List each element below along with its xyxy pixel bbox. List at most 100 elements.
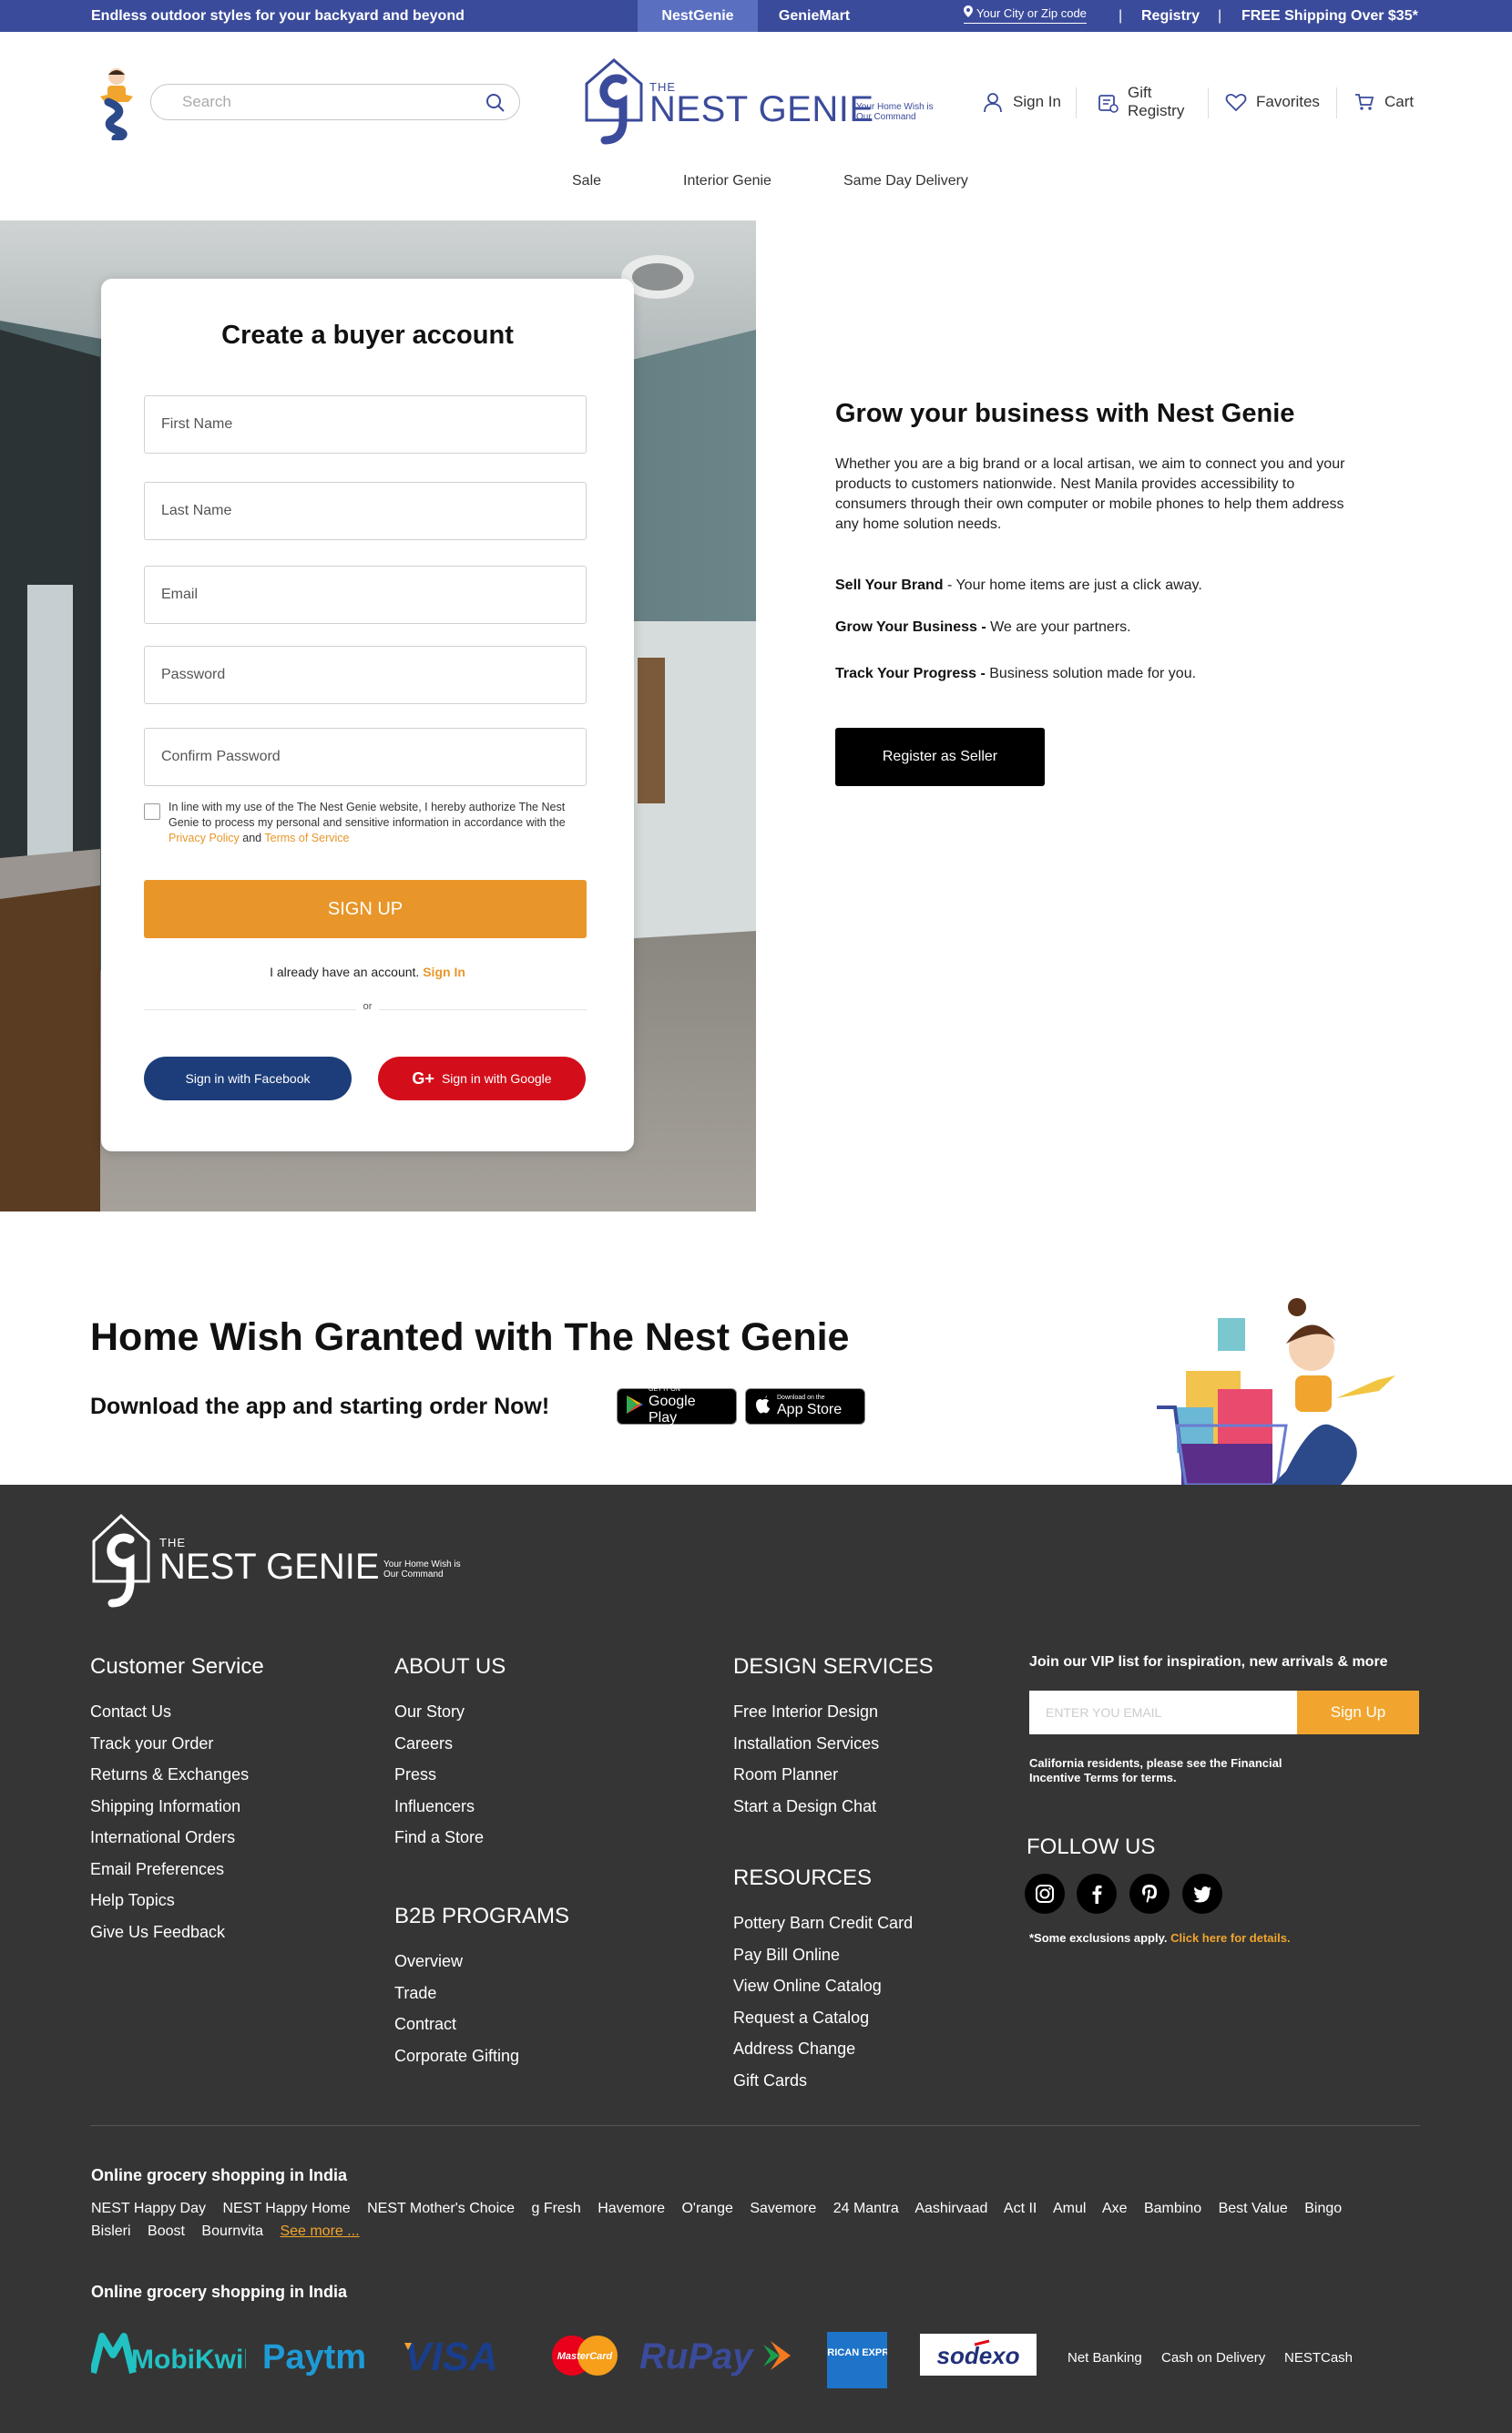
brand-link[interactable]: 24 Mantra bbox=[833, 2201, 899, 2216]
nav-same-day-delivery[interactable]: Same Day Delivery bbox=[843, 173, 968, 189]
terms-link[interactable]: Terms of Service bbox=[264, 832, 349, 844]
or-text: or bbox=[355, 1001, 380, 1012]
brand-link[interactable]: Savemore bbox=[750, 2201, 816, 2216]
last-name-field[interactable] bbox=[144, 482, 587, 540]
brand-link[interactable]: Amul bbox=[1053, 2201, 1086, 2216]
nest-genie-logo-icon bbox=[583, 56, 645, 148]
cart-icon bbox=[1354, 91, 1375, 113]
brand-link[interactable]: Aashirvaad bbox=[914, 2201, 987, 2216]
sign-in-link[interactable]: Sign In bbox=[982, 84, 1061, 120]
sign-in-link-card[interactable]: Sign In bbox=[423, 965, 465, 979]
favorites-link[interactable]: Favorites bbox=[1225, 84, 1320, 120]
footer-link[interactable]: Give Us Feedback bbox=[90, 1917, 264, 1948]
facebook-icon[interactable] bbox=[1077, 1874, 1117, 1914]
brand-link[interactable]: Boost bbox=[148, 2223, 185, 2239]
brand-link[interactable]: NEST Happy Home bbox=[222, 2201, 350, 2216]
footer-link[interactable]: Careers bbox=[394, 1728, 506, 1760]
gift-registry-link[interactable]: Gift Registry bbox=[1097, 84, 1191, 120]
footer-link[interactable]: Pottery Barn Credit Card bbox=[733, 1907, 913, 1939]
footer-link[interactable]: Influencers bbox=[394, 1791, 506, 1823]
app-store-badge[interactable]: Download on the App Store bbox=[745, 1388, 865, 1425]
footer-link[interactable]: Help Topics bbox=[90, 1885, 264, 1917]
footer-link[interactable]: View Online Catalog bbox=[733, 1970, 913, 2002]
mobikwik-text: MobiKwik bbox=[131, 2345, 246, 2375]
vip-sign-up-button[interactable]: Sign Up bbox=[1297, 1691, 1419, 1734]
search-box[interactable] bbox=[150, 84, 520, 120]
tab-nestgenie[interactable]: NestGenie bbox=[638, 0, 758, 32]
brand-link[interactable]: O'range bbox=[681, 2201, 732, 2216]
see-more-link[interactable]: See more ... bbox=[280, 2223, 359, 2239]
footer-link[interactable]: Gift Cards bbox=[733, 2065, 913, 2097]
consent-and: and bbox=[242, 832, 262, 844]
visa-logo: VISA bbox=[403, 2332, 516, 2382]
footer-link[interactable]: Track your Order bbox=[90, 1728, 264, 1760]
brand-link[interactable]: Bournvita bbox=[201, 2223, 263, 2239]
vip-email-input[interactable] bbox=[1029, 1691, 1297, 1734]
footer-logo[interactable]: THE NEST GENIE Your Home Wish is Our Com… bbox=[90, 1512, 473, 1612]
footer-link[interactable]: Contact Us bbox=[90, 1696, 264, 1728]
brand-link[interactable]: Bingo bbox=[1304, 2201, 1342, 2216]
brand-link[interactable]: Best Value bbox=[1219, 2201, 1288, 2216]
brand-link[interactable]: NEST Happy Day bbox=[91, 2201, 206, 2216]
brand-link[interactable]: g Fresh bbox=[531, 2201, 580, 2216]
rupay-logo: RuPay bbox=[638, 2332, 792, 2382]
search-icon[interactable] bbox=[485, 92, 506, 114]
footer-link[interactable]: Installation Services bbox=[733, 1728, 934, 1760]
location-selector[interactable]: Your City or Zip code bbox=[964, 5, 1087, 24]
sodexo-text: sodexo bbox=[936, 2342, 1019, 2369]
footer-link[interactable]: Address Change bbox=[733, 2033, 913, 2065]
tab-geniemart[interactable]: GenieMart bbox=[758, 0, 871, 32]
google-sign-in-button[interactable]: G+ Sign in with Google bbox=[378, 1057, 586, 1100]
footer-link[interactable]: Start a Design Chat bbox=[733, 1791, 934, 1823]
first-name-input[interactable] bbox=[161, 413, 562, 436]
nav-interior-genie[interactable]: Interior Genie bbox=[683, 173, 771, 189]
first-name-field[interactable] bbox=[144, 395, 587, 454]
site-logo[interactable]: THE NEST GENIE Your Home Wish is Our Com… bbox=[583, 56, 934, 148]
brand-link[interactable]: Havemore bbox=[598, 2201, 665, 2216]
facebook-sign-in-button[interactable]: Sign in with Facebook bbox=[144, 1057, 352, 1100]
details-link[interactable]: Click here for details. bbox=[1170, 1931, 1291, 1945]
brand-link[interactable]: NEST Mother's Choice bbox=[367, 2201, 515, 2216]
footer-link[interactable]: Shipping Information bbox=[90, 1791, 264, 1823]
registry-link[interactable]: Registry bbox=[1141, 0, 1200, 32]
privacy-policy-link[interactable]: Privacy Policy bbox=[169, 832, 240, 844]
google-play-badge[interactable]: GET IT ON Google Play bbox=[617, 1386, 737, 1426]
cart-link[interactable]: Cart bbox=[1354, 84, 1414, 120]
brand-link[interactable]: Axe bbox=[1102, 2201, 1128, 2216]
last-name-input[interactable] bbox=[161, 499, 562, 523]
footer-link[interactable]: Email Preferences bbox=[90, 1854, 264, 1886]
footer-link[interactable]: Press bbox=[394, 1759, 506, 1791]
password-field[interactable] bbox=[144, 646, 587, 704]
brand-link[interactable]: Bambino bbox=[1144, 2201, 1201, 2216]
pinterest-icon[interactable] bbox=[1129, 1874, 1170, 1914]
consent-checkbox[interactable] bbox=[144, 803, 160, 820]
footer-link[interactable]: Room Planner bbox=[733, 1759, 934, 1791]
nav-sale[interactable]: Sale bbox=[572, 173, 601, 189]
footer-link[interactable]: International Orders bbox=[90, 1822, 264, 1854]
footer-link[interactable]: Our Story bbox=[394, 1696, 506, 1728]
footer-link[interactable]: Overview bbox=[394, 1946, 569, 1978]
footer-link[interactable]: Returns & Exchanges bbox=[90, 1759, 264, 1791]
free-shipping-text[interactable]: FREE Shipping Over $35* bbox=[1241, 0, 1418, 32]
footer-link[interactable]: Free Interior Design bbox=[733, 1696, 934, 1728]
footer-link[interactable]: Corporate Gifting bbox=[394, 2040, 569, 2072]
already-text: I already have an account. bbox=[270, 965, 420, 979]
sign-up-button[interactable]: SIGN UP bbox=[144, 880, 587, 938]
footer-link[interactable]: Contract bbox=[394, 2009, 569, 2040]
instagram-icon[interactable] bbox=[1025, 1874, 1065, 1914]
twitter-icon[interactable] bbox=[1182, 1874, 1222, 1914]
password-input[interactable] bbox=[161, 663, 562, 687]
email-input[interactable] bbox=[161, 583, 562, 607]
footer-link[interactable]: Request a Catalog bbox=[733, 2002, 913, 2034]
email-field[interactable] bbox=[144, 566, 587, 624]
brand-link[interactable]: Act II bbox=[1004, 2201, 1037, 2216]
brand-link[interactable]: Bisleri bbox=[91, 2223, 131, 2239]
footer-link[interactable]: Pay Bill Online bbox=[733, 1939, 913, 1971]
confirm-password-input[interactable] bbox=[161, 745, 562, 769]
genie-mascot-icon[interactable] bbox=[96, 66, 138, 143]
confirm-password-field[interactable] bbox=[144, 728, 587, 786]
register-seller-button[interactable]: Register as Seller bbox=[835, 728, 1045, 786]
footer-link[interactable]: Find a Store bbox=[394, 1822, 506, 1854]
search-input[interactable] bbox=[182, 92, 455, 112]
footer-link[interactable]: Trade bbox=[394, 1978, 569, 2009]
